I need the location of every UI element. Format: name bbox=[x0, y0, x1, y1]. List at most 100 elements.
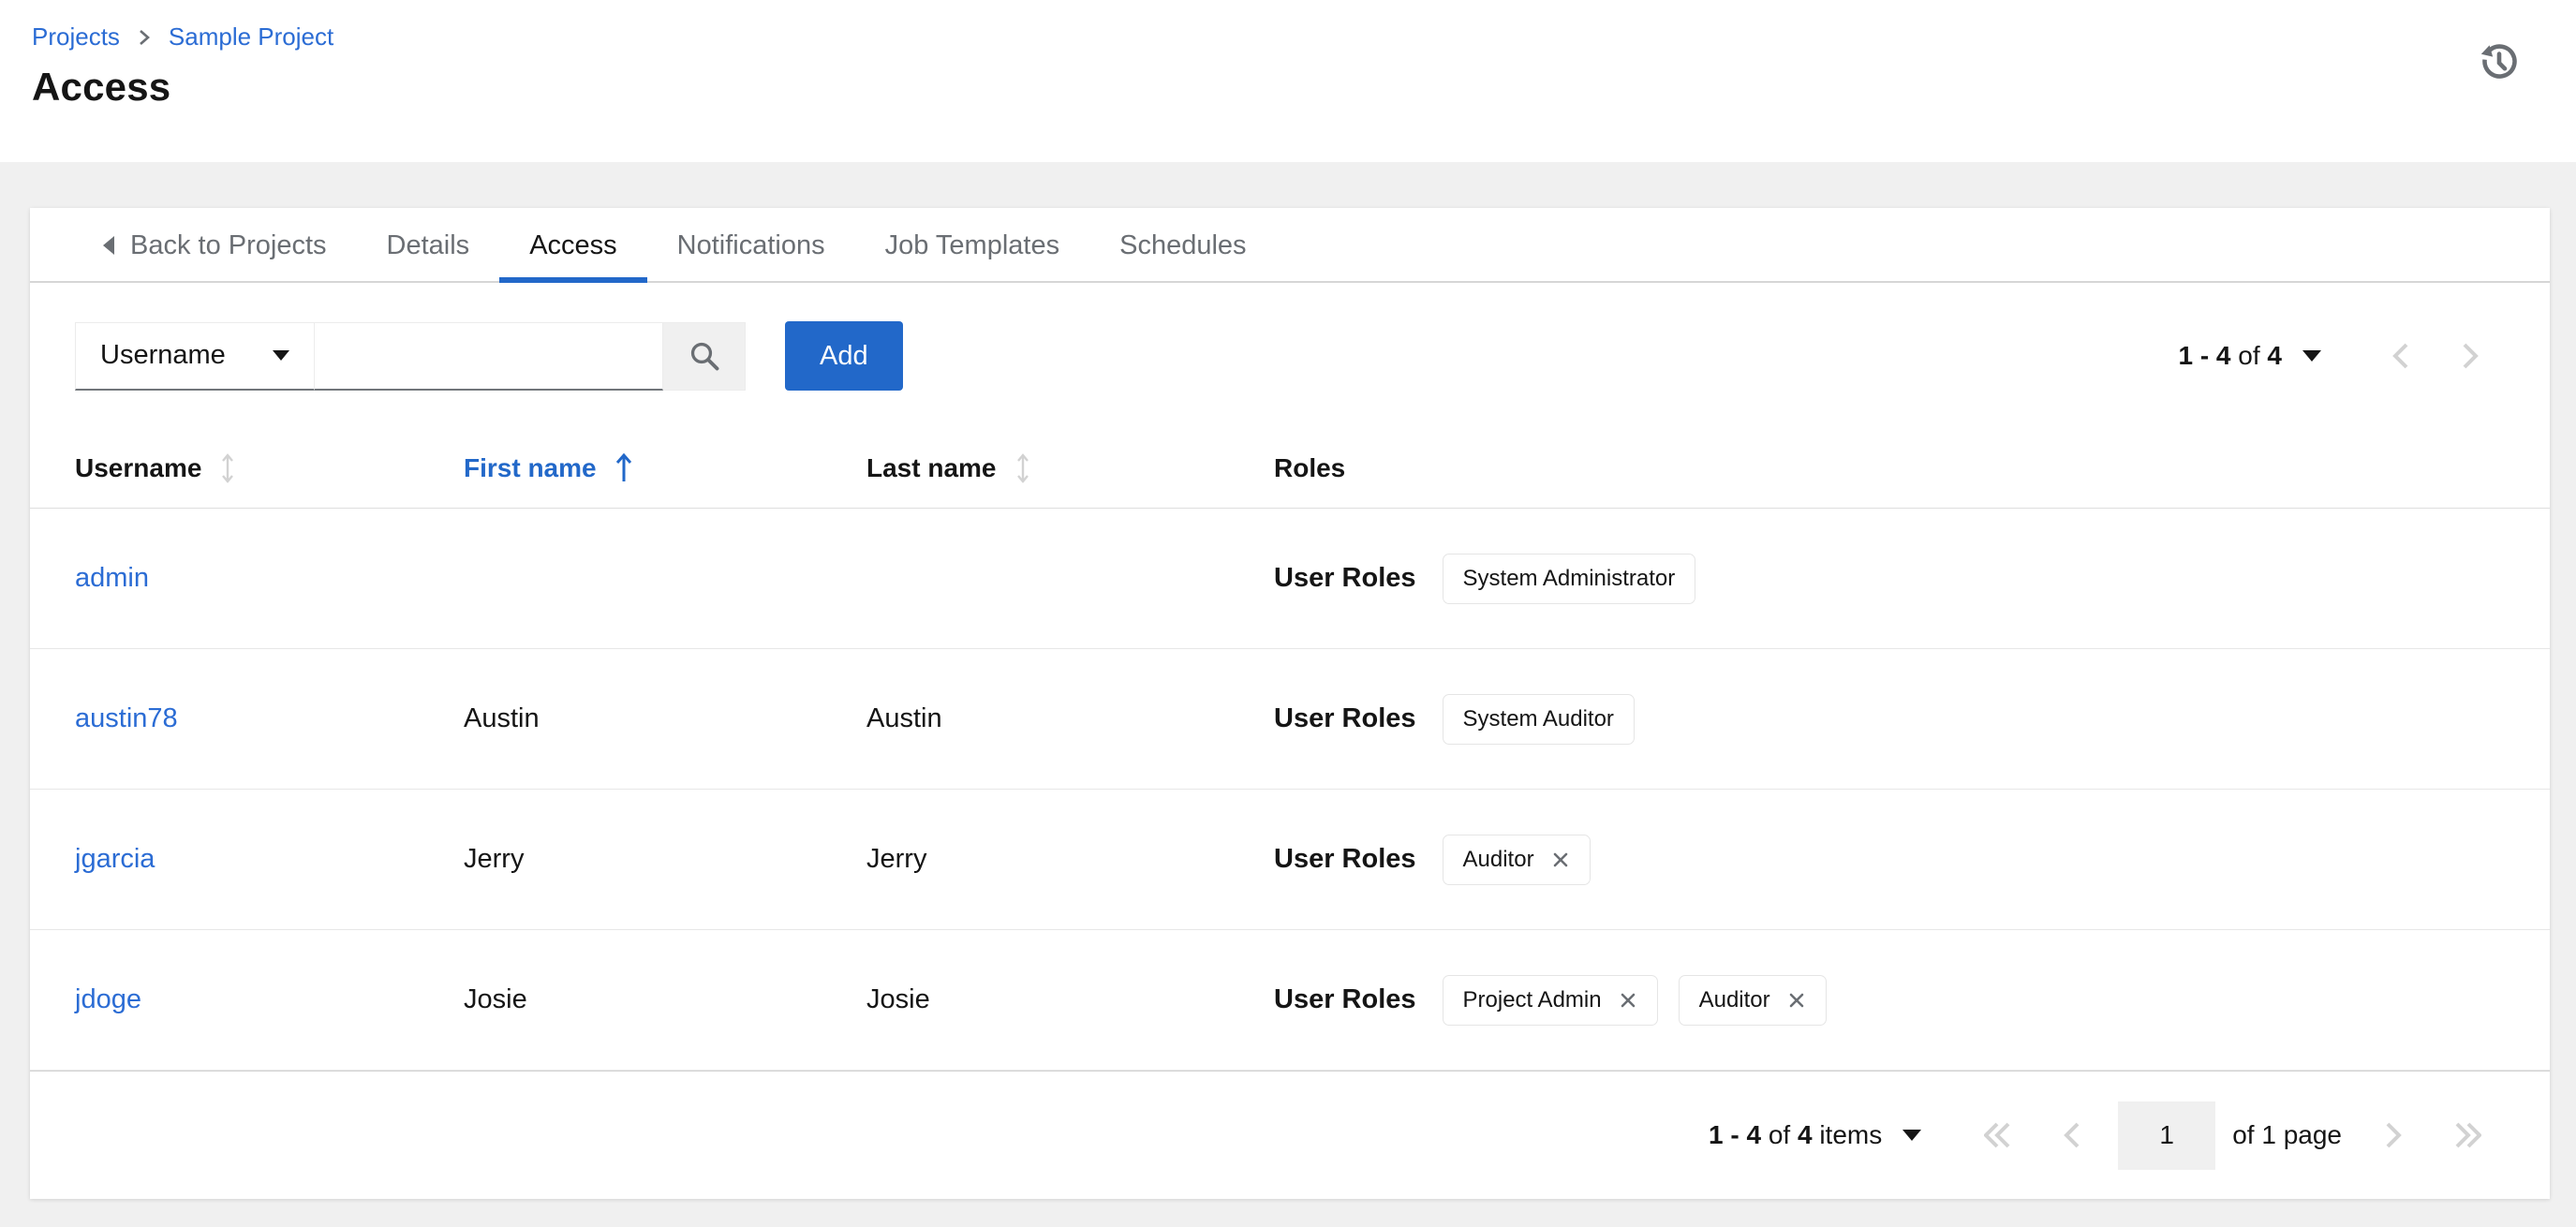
pagination-of: of bbox=[2238, 341, 2260, 370]
caret-down-icon bbox=[1902, 1130, 1922, 1141]
toolbar-pagination: 1 - 4 of 4 bbox=[2178, 341, 2505, 371]
column-label: First name bbox=[464, 453, 597, 482]
username-link[interactable]: jdoge bbox=[75, 984, 141, 1014]
role-chip: System Auditor bbox=[1442, 693, 1635, 745]
tab-details[interactable]: Details bbox=[357, 208, 500, 283]
tab-access[interactable]: Access bbox=[499, 208, 646, 283]
role-chip-label: System Administrator bbox=[1462, 565, 1676, 591]
role-chip: Project Admin bbox=[1442, 974, 1658, 1026]
remove-role-button[interactable] bbox=[1551, 850, 1570, 869]
last-name-cell: Josie bbox=[866, 984, 930, 1014]
footer-pagination: 1 - 4 of 4 items 1 of 1 page bbox=[30, 1071, 2550, 1199]
role-chip: System Administrator bbox=[1442, 553, 1696, 604]
user-roles-label: User Roles bbox=[1274, 563, 1416, 593]
prev-page-button[interactable] bbox=[2366, 341, 2435, 371]
username-link[interactable]: admin bbox=[75, 563, 149, 593]
main-content: Back to Projects Details Access Notifica… bbox=[0, 162, 2576, 1227]
breadcrumb-sample-project-link[interactable]: Sample Project bbox=[169, 22, 333, 52]
last-name-cell: Jerry bbox=[866, 844, 927, 874]
user-roles-label: User Roles bbox=[1274, 844, 1416, 874]
tab-back-label: Back to Projects bbox=[130, 229, 327, 260]
table-row: jgarcia Jerry Jerry User Roles Auditor bbox=[30, 790, 2550, 930]
breadcrumb-projects-link[interactable]: Projects bbox=[32, 22, 120, 52]
username-link[interactable]: jgarcia bbox=[75, 844, 155, 874]
items-word: items bbox=[1819, 1120, 1883, 1149]
page-header: Projects Sample Project Access bbox=[0, 0, 2576, 162]
table-row: jdoge Josie Josie User Roles Project Adm… bbox=[30, 930, 2550, 1071]
history-button[interactable] bbox=[2473, 36, 2522, 84]
close-icon bbox=[1551, 850, 1570, 869]
next-page-button[interactable] bbox=[2435, 341, 2505, 371]
column-header-roles: Roles bbox=[1274, 453, 2505, 483]
role-chips: Auditor bbox=[1442, 834, 1591, 885]
pagination-range-text: 1 - 4 of 4 bbox=[2178, 341, 2282, 371]
pagination-range: 1 - 4 bbox=[2178, 341, 2231, 370]
first-name-cell: Austin bbox=[464, 703, 540, 733]
roles-cell: User Roles Auditor bbox=[1274, 834, 2505, 885]
access-card: Back to Projects Details Access Notifica… bbox=[30, 208, 2550, 1199]
role-chip: Auditor bbox=[1442, 834, 1591, 885]
breadcrumb-separator-icon bbox=[137, 26, 152, 49]
tab-bar: Back to Projects Details Access Notifica… bbox=[30, 208, 2550, 283]
username-link[interactable]: austin78 bbox=[75, 703, 178, 733]
role-chip-label: Auditor bbox=[1462, 846, 1534, 872]
first-name-cell: Josie bbox=[464, 984, 527, 1014]
sort-both-icon bbox=[220, 452, 235, 484]
back-arrow-icon bbox=[103, 236, 115, 255]
items-range: 1 - 4 bbox=[1709, 1120, 1762, 1149]
search-icon bbox=[688, 339, 721, 373]
per-page-menu-button[interactable] bbox=[1902, 1130, 1922, 1141]
role-chip-label: Project Admin bbox=[1462, 986, 1602, 1013]
sort-both-icon bbox=[1015, 452, 1030, 484]
close-icon bbox=[1619, 991, 1637, 1010]
search-input[interactable] bbox=[315, 321, 663, 391]
role-chips: System Auditor bbox=[1442, 693, 1635, 745]
role-chips: Project Admin Auditor bbox=[1442, 974, 1827, 1026]
column-label: Username bbox=[75, 453, 202, 482]
last-name-cell: Austin bbox=[866, 703, 942, 733]
column-label: Roles bbox=[1274, 453, 1346, 482]
roles-cell: User Roles System Auditor bbox=[1274, 693, 2505, 745]
tab-notifications[interactable]: Notifications bbox=[647, 208, 855, 283]
tab-schedules[interactable]: Schedules bbox=[1089, 208, 1276, 283]
tab-back-to-projects[interactable]: Back to Projects bbox=[73, 208, 357, 283]
tab-job-templates[interactable]: Job Templates bbox=[855, 208, 1089, 283]
search-submit-button[interactable] bbox=[663, 321, 746, 391]
of-page-text: of 1 page bbox=[2232, 1120, 2342, 1149]
column-header-username[interactable]: Username bbox=[75, 452, 464, 484]
remove-role-button[interactable] bbox=[1787, 991, 1806, 1010]
prev-page-button[interactable] bbox=[2037, 1120, 2107, 1150]
next-page-button[interactable] bbox=[2359, 1120, 2428, 1150]
add-button[interactable]: Add bbox=[785, 321, 903, 391]
remove-role-button[interactable] bbox=[1619, 991, 1637, 1010]
last-page-button[interactable] bbox=[2428, 1120, 2507, 1150]
role-chip-label: System Auditor bbox=[1462, 705, 1614, 732]
user-roles-label: User Roles bbox=[1274, 703, 1416, 733]
search-key-selected-value: Username bbox=[100, 340, 226, 370]
column-header-first-name[interactable]: First name bbox=[464, 452, 866, 484]
pagination-total: 4 bbox=[2267, 341, 2282, 370]
search-key-select[interactable]: Username bbox=[75, 321, 315, 391]
caret-down-icon bbox=[2302, 350, 2321, 362]
current-page-input[interactable] bbox=[2118, 1101, 2216, 1170]
user-roles-label: User Roles bbox=[1274, 984, 1416, 1014]
page-nav: of 1 page bbox=[1959, 1101, 2507, 1170]
roles-cell: User Roles Project Admin Auditor bbox=[1274, 974, 2505, 1026]
per-page-menu-button[interactable] bbox=[2302, 350, 2321, 362]
roles-cell: User Roles System Administrator bbox=[1274, 553, 2505, 604]
history-icon bbox=[2475, 37, 2520, 82]
column-header-last-name[interactable]: Last name bbox=[866, 452, 1274, 484]
table-row: admin User Roles System Administrator bbox=[30, 509, 2550, 649]
role-chip: Auditor bbox=[1678, 974, 1827, 1026]
role-chips: System Administrator bbox=[1442, 553, 1696, 604]
page-title: Access bbox=[32, 65, 171, 109]
sort-ascending-icon bbox=[615, 452, 632, 484]
first-name-cell: Jerry bbox=[464, 844, 525, 874]
items-range-text: 1 - 4 of 4 items bbox=[1709, 1120, 1882, 1150]
first-page-button[interactable] bbox=[1959, 1120, 2037, 1150]
items-total: 4 bbox=[1797, 1120, 1813, 1149]
table-row: austin78 Austin Austin User Roles System… bbox=[30, 649, 2550, 790]
breadcrumb: Projects Sample Project bbox=[32, 22, 2576, 52]
column-label: Last name bbox=[866, 453, 997, 482]
chevron-down-icon bbox=[273, 350, 289, 361]
